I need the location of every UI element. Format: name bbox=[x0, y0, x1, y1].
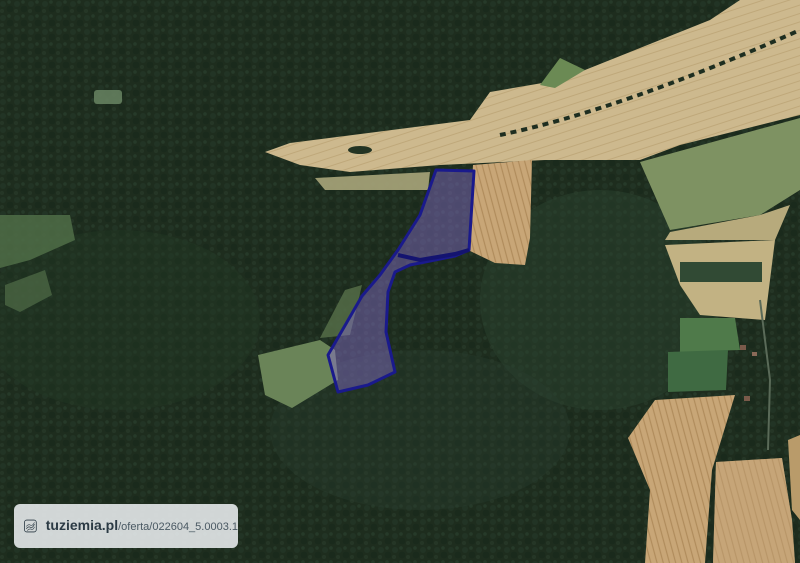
watermark-path: /oferta/022604_5.0003.1 bbox=[118, 521, 238, 533]
watermark-text: tuziemia.pl/oferta/022604_5.0003.1 bbox=[46, 517, 238, 535]
satellite-imagery bbox=[0, 0, 800, 563]
watermark-badge: tuziemia.pl/oferta/022604_5.0003.1 bbox=[14, 504, 238, 548]
terrain-logo-icon bbox=[24, 519, 37, 533]
harvested-field-center bbox=[468, 160, 532, 265]
satellite-map[interactable]: tuziemia.pl/oferta/022604_5.0003.1 bbox=[0, 0, 800, 563]
watermark-domain: tuziemia.pl bbox=[45, 517, 119, 533]
